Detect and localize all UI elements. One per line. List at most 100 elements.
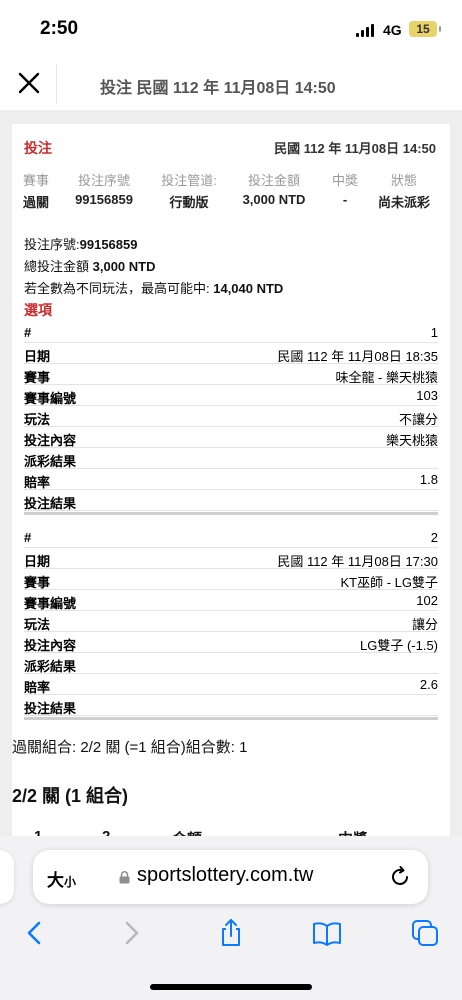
home-indicator xyxy=(150,984,312,990)
selection-2-row-bet-content: 投注內容 LG雙子 (-1.5) xyxy=(24,632,438,653)
max-win-line: 若全數為不同玩法，最高可能中: 14,040 NTD xyxy=(24,278,283,297)
serial-value: 99156859 xyxy=(79,237,138,252)
row-label: 派彩結果 xyxy=(24,454,77,469)
value-event: 過關 xyxy=(22,195,50,210)
browser-bar: 大小 sportslottery.com.tw xyxy=(0,836,462,1000)
row-value: 102 xyxy=(416,593,438,608)
options-title: 選項 xyxy=(24,302,52,318)
row-label: 賽事編號 xyxy=(24,391,77,406)
selection-2-row-number: #2 xyxy=(24,527,438,548)
reader-text-size-button[interactable]: 大小 xyxy=(47,866,76,891)
chevron-left-icon[interactable] xyxy=(20,918,50,948)
value-status: 尚未派彩 xyxy=(377,195,431,210)
row-value: 樂天桃猿 xyxy=(385,433,438,448)
row-value: 民國 112 年 11月08日 17:30 xyxy=(277,554,438,569)
row-label: 派彩結果 xyxy=(24,659,77,674)
selection-1-row-number: #1 xyxy=(24,322,438,343)
book-icon[interactable] xyxy=(312,918,342,948)
summary-date: 民國 112 年 11月08日 14:50 xyxy=(274,141,436,156)
selection-1-row-play-type: 玩法 不讓分 xyxy=(24,406,438,427)
value-channel: 行動版 xyxy=(169,195,209,210)
serial-label: 投注序號: xyxy=(24,237,80,252)
selection-1-row-payout-result: 派彩結果 xyxy=(24,448,438,469)
total-value: 3,000 NTD xyxy=(92,259,156,274)
text-size-large: 大 xyxy=(47,871,64,890)
total-line: 總投注金額 3,000 NTD xyxy=(24,256,156,275)
row-value: 1.8 xyxy=(419,472,438,487)
close-icon xyxy=(18,72,40,94)
chevron-right-icon[interactable] xyxy=(116,918,146,948)
combo-title: 2/2 關 (1 組合) xyxy=(12,786,129,806)
max-win-value: 14,040 NTD xyxy=(213,281,284,296)
cellular-signal-icon xyxy=(356,24,376,37)
row-value: LG雙子 (-1.5) xyxy=(359,638,438,653)
max-win-label: 若全數為不同玩法，最高可能中: xyxy=(24,281,214,296)
url-text: sportslottery.com.tw xyxy=(137,864,314,886)
page-content[interactable]: 投注 民國 112 年 11月08日 14:50 賽事 投注序號 投注管道: 投… xyxy=(0,110,462,840)
share-icon[interactable] xyxy=(216,918,246,948)
row-label: 玩法 xyxy=(24,412,51,427)
battery-icon: 15 xyxy=(409,21,441,37)
total-label: 總投注金額 xyxy=(24,259,93,274)
row-value: 2 xyxy=(430,530,438,545)
selection-1-row-event-id: 賽事編號 103 xyxy=(24,385,438,406)
network-type: 4G xyxy=(383,22,402,38)
selection-2-row-event: 賽事 KT巫師 - LG雙子 xyxy=(24,569,438,590)
selection-2-row-play-type: 玩法 讓分 xyxy=(24,611,438,632)
header-status: 狀態 xyxy=(390,173,418,188)
selection-1-row-bet-content: 投注內容 樂天桃猿 xyxy=(24,427,438,448)
selection-1-row-odds: 賠率 1.8 xyxy=(24,469,438,490)
value-win: - xyxy=(342,192,348,207)
nav-divider xyxy=(56,64,57,104)
row-value: 2.6 xyxy=(419,677,438,692)
header-win: 中獎 xyxy=(331,173,359,188)
selection-1-row-bet-result: 投注結果 xyxy=(24,490,438,511)
page-title: 投注 民國 112 年 11月08日 14:50 xyxy=(100,80,336,97)
selection-1-row-event: 賽事 味全龍 - 樂天桃猿 xyxy=(24,364,438,385)
selection-2-row-bet-result: 投注結果 xyxy=(24,695,438,716)
summary-title: 投注 xyxy=(24,140,52,156)
row-label: 投注結果 xyxy=(24,496,77,511)
row-label: 投注內容 xyxy=(24,433,77,448)
reload-icon[interactable] xyxy=(388,865,412,889)
serial-line: 投注序號:99156859 xyxy=(24,234,137,253)
row-label: 日期 xyxy=(24,554,51,569)
row-label: 玩法 xyxy=(24,617,51,632)
close-button[interactable] xyxy=(16,70,42,96)
row-label: 投注內容 xyxy=(24,638,77,653)
bet-summary-card: 投注 民國 112 年 11月08日 14:50 賽事 投注序號 投注管道: 投… xyxy=(12,124,450,228)
header-event: 賽事 xyxy=(22,173,50,188)
header-amount: 投注金額 xyxy=(247,173,301,188)
row-label: 賽事 xyxy=(24,575,51,590)
status-time: 2:50 xyxy=(40,18,79,39)
row-label: 投注結果 xyxy=(24,701,77,716)
selection-separator xyxy=(24,717,438,720)
tabs-icon[interactable] xyxy=(410,918,440,948)
selection-2-row-event-id: 賽事編號 102 xyxy=(24,590,438,611)
previous-tab-preview[interactable] xyxy=(0,850,14,904)
row-value: 103 xyxy=(416,388,438,403)
nav-bar: 投注 民國 112 年 11月08日 14:50 xyxy=(0,58,462,110)
text-size-small: 小 xyxy=(64,875,77,889)
selection-2-row-odds: 賠率 2.6 xyxy=(24,674,438,695)
row-label: # xyxy=(24,325,32,340)
row-value: 民國 112 年 11月08日 18:35 xyxy=(277,349,438,364)
row-label: 賠率 xyxy=(24,475,51,490)
selection-1-row-date: 日期 民國 112 年 11月08日 18:35 xyxy=(24,343,438,364)
row-value: 不讓分 xyxy=(398,412,438,427)
row-label: # xyxy=(24,530,32,545)
header-serial: 投注序號 xyxy=(77,173,131,188)
row-value: KT巫師 - LG雙子 xyxy=(340,575,438,590)
address-bar[interactable]: 大小 sportslottery.com.tw xyxy=(33,850,428,904)
selection-2-row-payout-result: 派彩結果 xyxy=(24,653,438,674)
lock-icon xyxy=(119,871,130,884)
row-label: 賽事 xyxy=(24,370,51,385)
selection-2-row-date: 日期 民國 112 年 11月08日 17:30 xyxy=(24,548,438,569)
row-value: 味全龍 - 樂天桃猿 xyxy=(335,370,438,385)
row-label: 日期 xyxy=(24,349,51,364)
value-amount: 3,000 NTD xyxy=(242,192,306,207)
row-label: 賠率 xyxy=(24,680,51,695)
combo-summary: 過關組合: 2/2 關 (=1 組合)組合數: 1 xyxy=(12,739,248,756)
header-channel: 投注管道: xyxy=(161,173,217,188)
row-value: 1 xyxy=(430,325,438,340)
